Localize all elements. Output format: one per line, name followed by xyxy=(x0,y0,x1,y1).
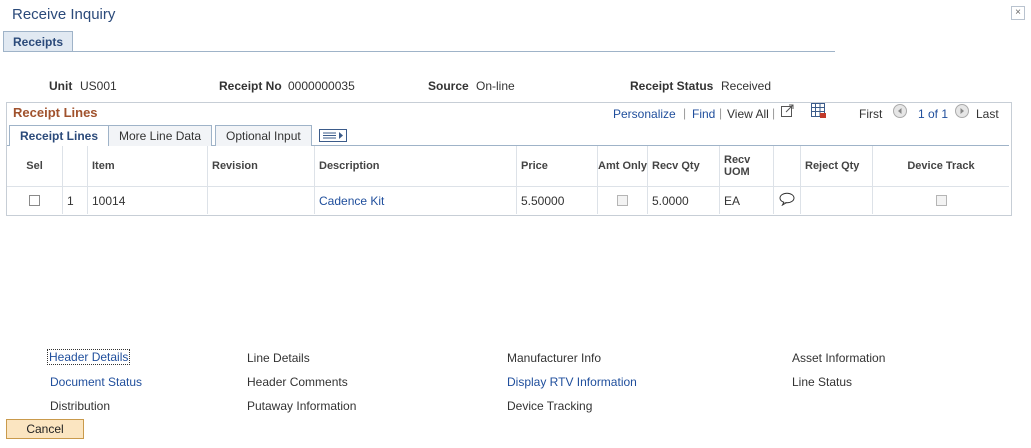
header-details-link[interactable]: Header Details xyxy=(46,349,131,365)
unit-value: US001 xyxy=(80,79,117,93)
personalize-link[interactable]: Personalize xyxy=(613,107,676,121)
revision-cell xyxy=(208,187,315,214)
display-rtv-information-link[interactable]: Display RTV Information xyxy=(507,375,637,389)
select-row-checkbox[interactable] xyxy=(29,195,40,206)
nav-separator: | xyxy=(772,106,776,120)
distribution-link[interactable]: Distribution xyxy=(50,399,110,413)
col-recv-uom: Recv UOM xyxy=(720,146,774,186)
receipt-status-value: Received xyxy=(721,79,772,93)
asset-information-link[interactable]: Asset Information xyxy=(792,351,885,365)
col-recv-qty: Recv Qty xyxy=(648,146,720,186)
nav-separator: | xyxy=(683,106,687,120)
first-link[interactable]: First xyxy=(859,107,882,121)
description-link[interactable]: Cadence Kit xyxy=(319,194,384,208)
tab-more-line-data[interactable]: More Line Data xyxy=(108,125,213,146)
next-icon[interactable] xyxy=(955,104,969,121)
receipt-no-value: 0000000035 xyxy=(288,79,355,93)
view-all-link[interactable]: View All xyxy=(727,107,769,121)
page-title: Receive Inquiry xyxy=(12,6,116,23)
col-comments xyxy=(774,146,801,186)
unit-label: Unit xyxy=(49,79,73,93)
tab-receipt-lines[interactable]: Receipt Lines xyxy=(9,125,110,147)
comment-bubble-icon[interactable] xyxy=(779,192,795,209)
last-link[interactable]: Last xyxy=(976,107,999,121)
tab-receipts[interactable]: Receipts xyxy=(3,31,74,52)
row-number: 1 xyxy=(63,187,88,214)
item-cell: 10014 xyxy=(88,187,208,214)
nav-separator: | xyxy=(719,106,723,120)
price-cell: 5.50000 xyxy=(517,187,598,214)
col-row-num xyxy=(63,146,88,186)
tab-divider xyxy=(3,51,835,52)
new-window-icon[interactable] xyxy=(781,104,795,120)
col-amt-only: Amt Only xyxy=(598,146,648,186)
grid-title: Receipt Lines xyxy=(13,105,98,120)
comments-cell xyxy=(774,187,801,214)
source-value: On-line xyxy=(476,79,515,93)
receipt-status-label: Receipt Status xyxy=(630,79,714,93)
header-comments-link[interactable]: Header Comments xyxy=(247,375,348,389)
receipt-no-label: Receipt No xyxy=(219,79,282,93)
col-revision: Revision xyxy=(208,146,315,186)
recv-uom-cell: EA xyxy=(720,187,774,214)
manufacturer-info-link[interactable]: Manufacturer Info xyxy=(507,351,601,365)
tab-optional-input[interactable]: Optional Input xyxy=(215,125,312,146)
device-tracking-link[interactable]: Device Tracking xyxy=(507,399,592,413)
description-cell: Cadence Kit xyxy=(315,187,517,214)
show-all-columns-icon[interactable] xyxy=(319,129,347,145)
document-status-link[interactable]: Document Status xyxy=(50,375,142,389)
col-device-track: Device Track xyxy=(907,160,975,172)
amt-only-checkbox xyxy=(617,195,628,206)
line-details-link[interactable]: Line Details xyxy=(247,351,310,365)
row-range: 1 of 1 xyxy=(918,107,949,121)
col-description: Description xyxy=(315,146,517,186)
reject-qty-cell xyxy=(801,187,873,214)
device-track-cell xyxy=(873,187,1009,214)
col-item: Item xyxy=(88,146,208,186)
putaway-information-link[interactable]: Putaway Information xyxy=(247,399,356,413)
recv-qty-cell: 5.0000 xyxy=(648,187,720,214)
cancel-button[interactable]: Cancel xyxy=(6,419,84,439)
find-link[interactable]: Find xyxy=(692,107,715,121)
download-grid-icon[interactable] xyxy=(811,103,827,122)
sel-cell xyxy=(7,187,63,214)
col-price: Price xyxy=(517,146,598,186)
previous-icon[interactable] xyxy=(893,104,907,121)
col-sel: Sel xyxy=(7,146,63,186)
col-reject-qty: Reject Qty xyxy=(801,146,873,186)
line-status-link[interactable]: Line Status xyxy=(792,375,852,389)
device-track-checkbox xyxy=(935,195,947,206)
close-icon[interactable]: × xyxy=(1011,6,1025,20)
amt-only-cell xyxy=(598,187,648,214)
source-label: Source xyxy=(428,79,469,93)
